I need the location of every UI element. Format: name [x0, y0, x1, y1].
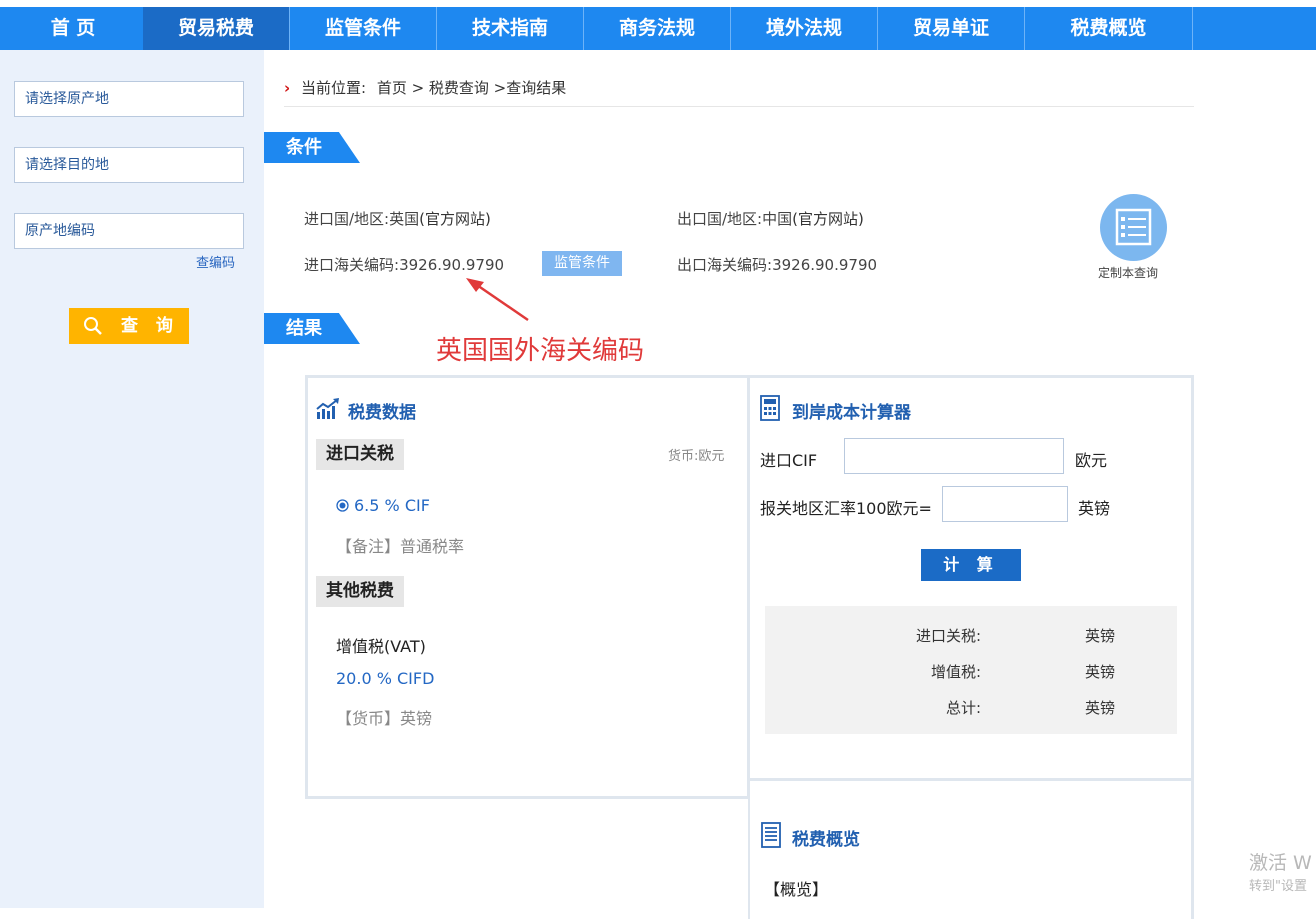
breadcrumb-prefix: 当前位置:: [300, 79, 367, 97]
result-total-unit: 英镑: [1085, 699, 1116, 717]
custom-query-button[interactable]: [1100, 194, 1167, 261]
cif-input[interactable]: [844, 438, 1064, 474]
rate-input[interactable]: [942, 486, 1068, 522]
custom-query-label[interactable]: 定制本查询: [1098, 264, 1158, 281]
lookup-code-link[interactable]: 查编码: [196, 252, 235, 271]
annotation-arrow-icon: [466, 278, 529, 322]
export-code: 出口海关编码:3926.90.9790: [677, 254, 877, 275]
export-country-value: 中国: [762, 210, 793, 228]
vat-rate: 20.0 % CIFD: [336, 669, 435, 688]
export-code-label: 出口海关编码:: [677, 256, 773, 274]
activation-watermark: 激活 W: [1249, 852, 1312, 874]
import-code-value: 3926.90.9790: [399, 256, 505, 274]
import-code: 进口海关编码:3926.90.9790: [304, 254, 504, 275]
duty-rate: 6.5 % CIF: [354, 496, 430, 515]
search-button-label: 查 询: [121, 316, 179, 336]
regulation-button[interactable]: 监管条件: [542, 251, 622, 276]
sidebar: 请选择原产地 请选择目的地 原产地编码 查编码 查 询: [0, 50, 264, 908]
rate-unit: 英镑: [1078, 499, 1111, 518]
nav-foreign-law[interactable]: 境外法规: [731, 7, 878, 50]
overview-first-item: 【概览】: [764, 880, 829, 899]
nav-home[interactable]: 首 页: [0, 7, 147, 50]
list-icon: [1115, 208, 1152, 246]
other-tax-heading: 其他税费: [316, 576, 404, 607]
result-duty-unit: 英镑: [1085, 627, 1116, 645]
result-duty-label: 进口关税:: [915, 627, 981, 645]
calculate-button[interactable]: 计 算: [921, 549, 1021, 581]
breadcrumb: › 当前位置: 首页 > 税费查询 >查询结果: [284, 77, 566, 98]
overview-title: 税费概览: [792, 830, 860, 850]
result-total-label: 总计:: [945, 699, 981, 717]
search-icon: [84, 317, 102, 335]
origin-select[interactable]: 请选择原产地: [14, 81, 244, 117]
result-vat-label: 增值税:: [930, 663, 981, 681]
export-country-label: 出口国/地区:: [677, 210, 763, 228]
calculator-title: 到岸成本计算器: [792, 403, 911, 423]
rate-label: 报关地区汇率100欧元=: [760, 499, 932, 518]
import-code-label: 进口海关编码:: [304, 256, 400, 274]
search-button[interactable]: 查 询: [69, 308, 189, 344]
nav-commerce-law[interactable]: 商务法规: [584, 7, 731, 50]
tax-data-title: 税费数据: [348, 403, 416, 423]
nav-trade-docs[interactable]: 贸易单证: [878, 7, 1025, 50]
import-duty-heading: 进口关税: [316, 439, 404, 470]
calc-result-box: 进口关税: 英镑 增值税: 英镑 总计: 英镑: [765, 606, 1177, 734]
radio-selected-icon[interactable]: [336, 499, 349, 512]
import-country-label: 进口国/地区:: [304, 210, 390, 228]
results-tag: 结果: [264, 313, 360, 344]
divider: [284, 106, 1194, 107]
conditions-tag: 条件: [264, 132, 360, 163]
import-country: 进口国/地区:英国(官方网站): [304, 208, 491, 229]
origin-code-input[interactable]: 原产地编码: [14, 213, 244, 249]
cif-label: 进口CIF: [760, 451, 818, 470]
activation-watermark-sub: 转到"设置: [1249, 879, 1307, 894]
vat-currency: 【货币】英镑: [336, 709, 433, 728]
import-official-site-link[interactable]: (官方网站): [419, 210, 491, 228]
export-country: 出口国/地区:中国(官方网站): [677, 208, 864, 229]
chevron-right-icon: ›: [284, 79, 291, 97]
export-official-site-link[interactable]: (官方网站): [792, 210, 864, 228]
breadcrumb-path[interactable]: 首页 > 税费查询 >查询结果: [377, 79, 566, 97]
annotation-text: 英国国外海关编码: [436, 336, 645, 366]
nav-trade-tax[interactable]: 贸易税费: [143, 7, 290, 50]
vat-label: 增值税(VAT): [336, 637, 426, 656]
document-icon: [761, 822, 781, 848]
cif-unit: 欧元: [1075, 451, 1108, 470]
currency-note: 货币:欧元: [668, 449, 725, 464]
nav-tech-guide[interactable]: 技术指南: [437, 7, 584, 50]
nav-regulatory-conditions[interactable]: 监管条件: [290, 7, 437, 50]
result-vat-unit: 英镑: [1085, 663, 1116, 681]
calculator-icon: [760, 395, 780, 421]
destination-select[interactable]: 请选择目的地: [14, 147, 244, 183]
trend-chart-icon: [316, 398, 339, 419]
duty-remark: 【备注】普通税率: [336, 537, 465, 556]
export-code-value: 3926.90.9790: [772, 256, 878, 274]
import-country-value: 英国: [389, 210, 420, 228]
top-nav: 首 页 贸易税费 监管条件 技术指南 商务法规 境外法规 贸易单证 税费概览: [0, 7, 1316, 50]
nav-tax-overview[interactable]: 税费概览: [1025, 7, 1193, 50]
